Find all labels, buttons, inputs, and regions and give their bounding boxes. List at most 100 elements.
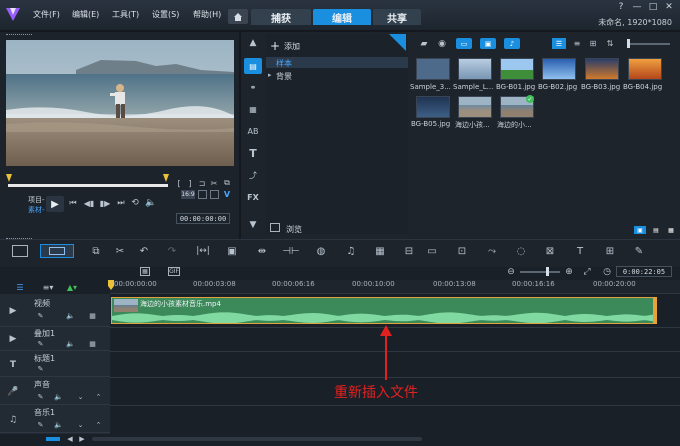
help-icon[interactable]: ? [616, 2, 626, 12]
fit-icon[interactable] [198, 190, 207, 199]
project-label[interactable]: 项目- [28, 195, 45, 205]
add-track-icon[interactable]: ▲▾ [66, 283, 78, 292]
media-icon[interactable]: ▤ [244, 58, 262, 74]
tool-compare-icon[interactable]: ⊡ [456, 245, 468, 257]
scroll-up-icon[interactable]: ▲ [246, 38, 260, 48]
close-icon[interactable]: ✕ [664, 2, 674, 12]
clip-label[interactable]: 素材- [28, 205, 45, 215]
goto-start-icon[interactable]: ⏮ [68, 198, 78, 208]
path-icon[interactable]: ⤴ [246, 168, 260, 182]
resize-icon[interactable] [210, 190, 219, 199]
panel-option-icon[interactable]: ▣ [634, 226, 646, 234]
mark-in-icon[interactable]: [ [174, 178, 184, 188]
sort-icon[interactable]: ⇅ [604, 38, 616, 49]
tool-mixer-icon[interactable]: ♫ [345, 245, 357, 257]
horizontal-scrollbar[interactable] [92, 437, 422, 441]
tool-crop-icon[interactable]: ⊠ [544, 245, 556, 257]
chevron-up-icon[interactable]: ⌃ [94, 392, 103, 401]
menu-file[interactable]: 文件(F) [33, 9, 60, 20]
thumb-bg-b04[interactable] [628, 58, 662, 80]
speaker-icon[interactable]: 🔈 [66, 339, 75, 348]
edit-icon[interactable]: ✎ [36, 311, 45, 320]
grid-icon[interactable]: ▦ [88, 339, 97, 348]
scrub-bar[interactable] [8, 184, 168, 187]
split-icon[interactable]: ✂ [209, 178, 219, 188]
scroll-right-icon[interactable]: ▶ [78, 435, 86, 443]
minimize-icon[interactable]: — [632, 2, 642, 12]
scroll-down-icon[interactable]: ▼ [246, 220, 260, 230]
show-audio-icon[interactable]: ♪ [504, 38, 520, 49]
menu-tools[interactable]: 工具(T) [112, 9, 139, 20]
import-folder-icon[interactable]: ▰ [418, 38, 430, 49]
thumb-sample-l[interactable] [458, 58, 492, 80]
tool-mask-icon[interactable]: ◌ [515, 245, 527, 257]
fx-icon[interactable]: FX [245, 190, 261, 204]
next-frame-icon[interactable]: ▮▶ [100, 198, 111, 208]
thumb-sample-3[interactable] [416, 58, 450, 80]
tool-title-icon[interactable]: ▭ [426, 245, 438, 257]
title-icon[interactable]: T [246, 146, 260, 160]
thumb-bg-b03[interactable] [585, 58, 619, 80]
folder-corner-icon[interactable] [389, 34, 406, 51]
thumb-kid-beach-1[interactable] [458, 96, 492, 118]
tool-image-icon[interactable]: ▣ [226, 245, 238, 257]
aspect-ratio[interactable]: 16:9 [181, 190, 195, 199]
edit-icon[interactable]: ✎ [36, 392, 45, 401]
list-view-icon[interactable]: ☰ [552, 38, 566, 49]
tool-record-icon[interactable]: ◍ [315, 245, 327, 257]
show-video-icon[interactable]: ▭ [456, 38, 472, 49]
loop-icon[interactable]: ⊐ [197, 178, 207, 188]
tool-motion-icon[interactable]: ⤳ [486, 245, 498, 257]
clock-icon[interactable]: ◷ [602, 267, 612, 277]
track-manager-icon[interactable]: ☰ [14, 283, 26, 292]
chevron-down-icon[interactable]: ⌄ [76, 392, 85, 401]
zoom-slider[interactable] [520, 271, 560, 273]
speaker-icon[interactable]: 🔈 [54, 392, 63, 401]
grid-icon[interactable]: ▦ [88, 311, 97, 320]
edit-icon[interactable]: ✎ [36, 420, 45, 429]
thumb-size-slider[interactable] [628, 43, 670, 45]
tab-share[interactable]: 共享 [373, 9, 421, 25]
transition-icon[interactable]: ⚭ [246, 80, 260, 94]
menu-settings[interactable]: 设置(S) [152, 9, 179, 20]
tool-split-screen-icon[interactable]: ⊟ [403, 245, 415, 257]
tool-text-icon[interactable]: T [574, 245, 586, 257]
gif-icon[interactable]: GIF [168, 267, 180, 276]
add-folder-button[interactable]: 添加 [284, 41, 300, 52]
tool-fit-icon[interactable]: ⇹ [256, 245, 268, 257]
tool-duplicate-icon[interactable]: ⧉ [90, 245, 102, 257]
zoom-in-icon[interactable]: ⊕ [564, 267, 574, 277]
speaker-icon[interactable]: 🔈 [54, 420, 63, 429]
folder-item-background[interactable]: 背景 [276, 71, 292, 82]
thumbnail-view-icon[interactable]: ⊞ [586, 38, 600, 49]
timeline-view-icon[interactable] [40, 244, 74, 258]
storyboard-view-icon[interactable] [12, 245, 28, 257]
zoom-slider-handle[interactable] [546, 267, 549, 276]
slider-handle[interactable] [627, 39, 630, 48]
detail-view-icon[interactable]: ≡ [570, 38, 584, 49]
mark-out-icon[interactable]: ] [185, 178, 195, 188]
play-button[interactable]: ▶ [46, 196, 64, 212]
instant-project-icon[interactable]: ▦ [246, 102, 260, 116]
prev-frame-icon[interactable]: ◀▮ [84, 198, 95, 208]
menu-help[interactable]: 帮助(H) [193, 9, 221, 20]
chevron-right-icon[interactable]: ▸ [268, 71, 272, 79]
snapshot-icon[interactable]: ⧉ [222, 178, 232, 188]
thumb-bg-b01[interactable] [500, 58, 534, 80]
goto-end-icon[interactable]: ⏭ [116, 198, 126, 208]
tool-subtitle-icon[interactable]: ⊣⊢ [282, 245, 299, 257]
tab-edit[interactable]: 编辑 [313, 9, 371, 25]
menu-edit[interactable]: 编辑(E) [72, 9, 99, 20]
playback-scrubber[interactable] [8, 170, 178, 184]
zoom-out-icon[interactable]: ⊖ [506, 267, 516, 277]
browse-button[interactable]: 浏览 [286, 224, 302, 235]
panel-option2-icon[interactable]: ▤ [650, 226, 662, 234]
preview-timecode[interactable]: 00:00:00:00 [176, 213, 230, 224]
show-photo-icon[interactable]: ▣ [480, 38, 496, 49]
maximize-icon[interactable]: □ [648, 2, 658, 12]
volume-icon[interactable]: 🔈 [145, 198, 156, 208]
panel-option3-icon[interactable]: ▦ [666, 226, 676, 234]
tool-trim-icon[interactable]: |↔| [196, 245, 210, 257]
home-button[interactable] [228, 9, 248, 24]
chevron-up-icon[interactable]: ⌃ [94, 420, 103, 429]
